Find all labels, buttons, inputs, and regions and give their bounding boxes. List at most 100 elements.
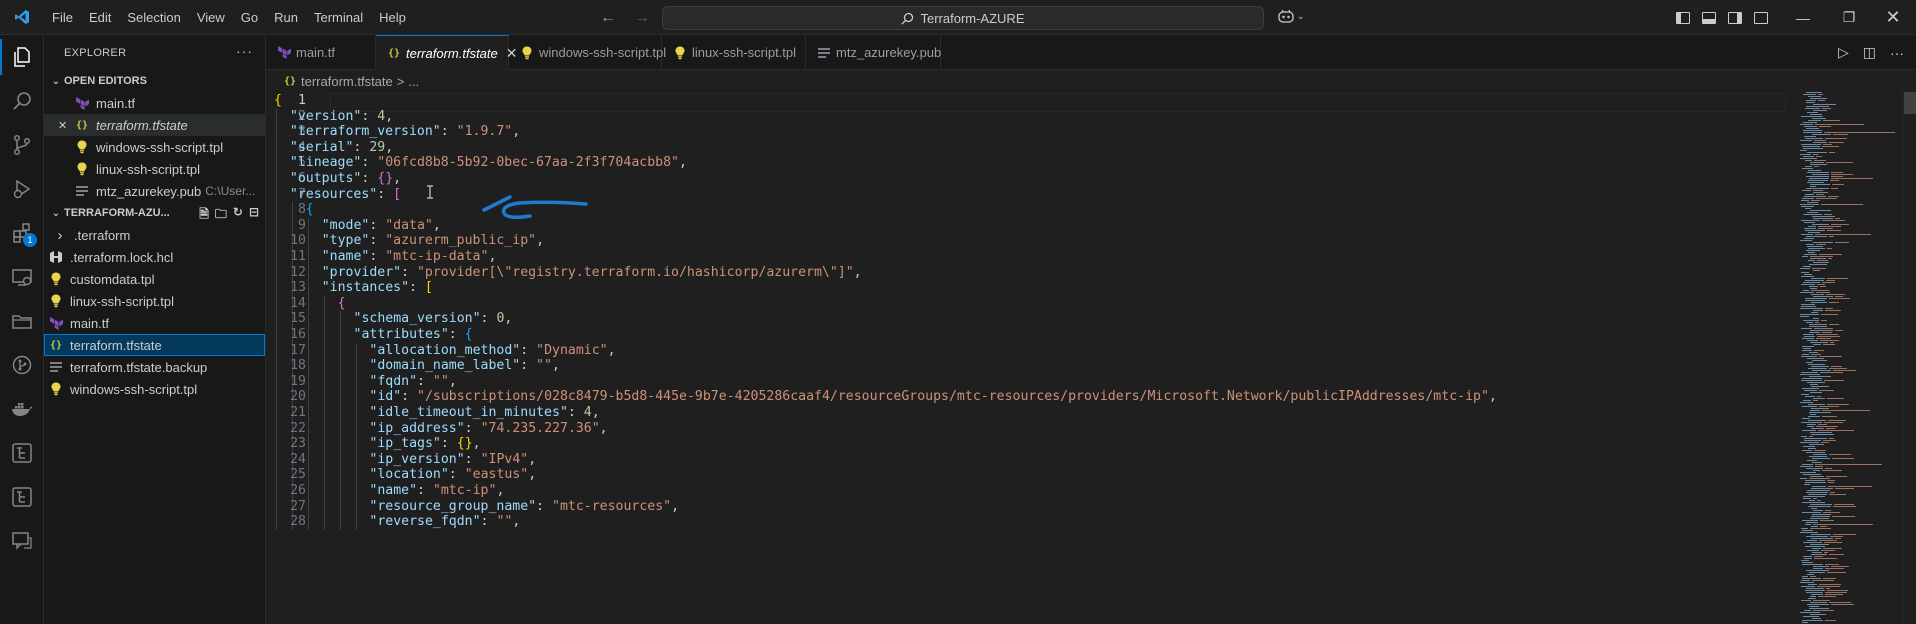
- workspace-folder-header[interactable]: ⌄ TERRAFORM-AZU... 🗎 🗀 ↻ ⊟: [44, 202, 265, 224]
- source-control-icon: [13, 134, 31, 156]
- breadcrumb-more[interactable]: ...: [408, 74, 419, 89]
- split-editor-icon[interactable]: ◫: [1863, 44, 1876, 61]
- customize-layout-icon[interactable]: [1754, 11, 1768, 24]
- search-activity[interactable]: [0, 79, 44, 123]
- code-token: 4: [583, 405, 592, 420]
- minimap-line: [1829, 142, 1844, 143]
- code-token: ,: [512, 124, 521, 140]
- toggle-secondary-sidebar-icon[interactable]: [1728, 11, 1742, 24]
- tab-linux-ssh-script-tpl[interactable]: linux-ssh-script.tpl: [662, 35, 806, 70]
- minimap-line: [1800, 612, 1820, 613]
- menu-help[interactable]: Help: [371, 0, 414, 35]
- minimap-line: [1819, 126, 1831, 127]
- terraform-activity[interactable]: [0, 475, 44, 519]
- docker-activity[interactable]: [0, 387, 44, 431]
- minimize-button[interactable]: —: [1780, 0, 1826, 35]
- tree-view-icon: [12, 487, 32, 507]
- close-window-button[interactable]: ✕: [1870, 0, 1916, 35]
- project-manager-activity[interactable]: [0, 299, 44, 343]
- back-arrow-icon[interactable]: ←: [600, 9, 616, 27]
- file-item[interactable]: {} terraform.tfstate: [44, 334, 265, 356]
- file-item[interactable]: .terraform.lock.hcl: [44, 246, 265, 268]
- folder-item[interactable]: › .terraform: [44, 224, 265, 246]
- chat-activity[interactable]: [0, 519, 44, 563]
- minimap-line: [1814, 450, 1826, 451]
- open-editor-item[interactable]: windows-ssh-script.tpl: [44, 136, 265, 158]
- code-token: :: [409, 280, 425, 296]
- scrollbar-thumb[interactable]: [1904, 92, 1916, 114]
- open-editor-item[interactable]: main.tf: [44, 92, 265, 114]
- git-graph-activity[interactable]: [0, 343, 44, 387]
- run-icon[interactable]: ▷: [1838, 44, 1849, 61]
- forward-arrow-icon[interactable]: →: [634, 9, 650, 27]
- open-editor-item[interactable]: mtz_azurekey.pub C:\User...: [44, 180, 265, 202]
- run-debug-activity[interactable]: [0, 167, 44, 211]
- minimap-line: [1806, 588, 1824, 589]
- breadcrumb-file[interactable]: terraform.tfstate: [301, 74, 393, 89]
- tab-windows-ssh-script-tpl[interactable]: windows-ssh-script.tpl: [509, 35, 666, 70]
- code-line: 12 "provider": "provider[\"registry.terra…: [266, 265, 1786, 281]
- tab-mtz-azurekey-pub[interactable]: mtz_azurekey.pub: [806, 35, 941, 70]
- toggle-panel-icon[interactable]: [1702, 11, 1716, 24]
- code-token: :: [440, 436, 457, 452]
- minimap-line: [1802, 168, 1813, 169]
- minimap-line: [1829, 324, 1839, 325]
- tab-main-tf[interactable]: main.tf: [266, 35, 376, 70]
- lightbulb-icon: [672, 45, 688, 61]
- more-actions-icon[interactable]: ···: [1890, 45, 1904, 61]
- menu-edit[interactable]: Edit: [81, 0, 119, 35]
- menu-go[interactable]: Go: [233, 0, 266, 35]
- open-editor-item[interactable]: linux-ssh-script.tpl: [44, 158, 265, 180]
- vertical-scrollbar[interactable]: [1902, 92, 1916, 624]
- menu-file[interactable]: File: [44, 0, 81, 35]
- collapse-all-icon[interactable]: ⊟: [249, 205, 259, 226]
- minimap-line: [1806, 176, 1829, 177]
- minimap-line: [1834, 504, 1854, 505]
- new-folder-icon[interactable]: 🗀: [215, 205, 227, 226]
- folder-label: TERRAFORM-AZU...: [64, 207, 170, 219]
- minimap-line: [1815, 464, 1882, 465]
- minimap-line: [1809, 178, 1829, 179]
- code-editor[interactable]: 1{2 "version": 4, 3 "terraform_version": "1…: [266, 92, 1916, 624]
- more-actions-icon[interactable]: ···: [236, 43, 253, 59]
- minimap-line: [1805, 300, 1825, 301]
- new-file-icon[interactable]: 🗎: [199, 205, 209, 226]
- menu-terminal[interactable]: Terminal: [306, 0, 371, 35]
- code-token: "IPv4": [480, 451, 529, 467]
- minimap[interactable]: [1798, 92, 1898, 624]
- extensions-activity[interactable]: 1: [0, 211, 44, 255]
- open-editors-header[interactable]: ⌄ OPEN EDITORS: [44, 70, 265, 92]
- remote-explorer-activity[interactable]: [0, 255, 44, 299]
- code-token: ,: [528, 467, 537, 483]
- copilot-menu[interactable]: ⌄: [1277, 9, 1305, 23]
- file-item[interactable]: windows-ssh-script.tpl: [44, 378, 265, 400]
- open-editor-item[interactable]: ✕ {} terraform.tfstate: [44, 114, 265, 136]
- source-control-activity[interactable]: [0, 123, 44, 167]
- command-center-search[interactable]: Terraform-AZURE: [662, 6, 1264, 30]
- explorer-activity[interactable]: [0, 35, 44, 79]
- file-item[interactable]: linux-ssh-script.tpl: [44, 290, 265, 312]
- file-item[interactable]: main.tf: [44, 312, 265, 334]
- code-token: "": [536, 358, 553, 374]
- minimap-line: [1828, 196, 1839, 197]
- tab-terraform-tfstate[interactable]: {} terraform.tfstate ✕: [376, 35, 517, 71]
- restore-button[interactable]: ❐: [1826, 0, 1872, 35]
- file-item[interactable]: customdata.tpl: [44, 268, 265, 290]
- code-line: 23 "ip_tags": {},: [266, 436, 1786, 452]
- code-token: "1.9.7": [456, 124, 513, 140]
- open-editors-label: OPEN EDITORS: [64, 75, 147, 87]
- menu-selection[interactable]: Selection: [119, 0, 188, 35]
- file-item[interactable]: terraform.tfstate.backup: [44, 356, 265, 378]
- minimap-line: [1803, 446, 1815, 447]
- toggle-primary-sidebar-icon[interactable]: [1676, 11, 1690, 24]
- close-icon[interactable]: ✕: [58, 119, 67, 132]
- code-token: :: [417, 483, 433, 498]
- code-token: :: [361, 171, 378, 186]
- refresh-icon[interactable]: ↻: [233, 205, 243, 226]
- azure-activity[interactable]: [0, 431, 44, 475]
- menu-view[interactable]: View: [189, 0, 233, 35]
- minimap-line: [1802, 418, 1810, 419]
- vscode-logo-icon[interactable]: [0, 0, 44, 35]
- menu-run[interactable]: Run: [266, 0, 306, 35]
- code-token: ,: [432, 217, 441, 233]
